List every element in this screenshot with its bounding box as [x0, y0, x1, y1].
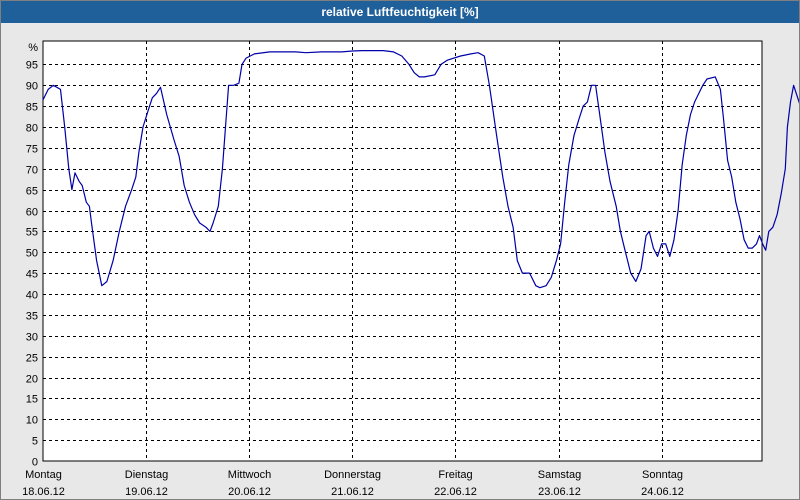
x-tick-day: Sonntag [642, 469, 683, 481]
y-tick-label: 30 [26, 332, 38, 344]
y-tick-label: 90 [26, 81, 38, 93]
chart-window: relative Luftfeuchtigkeit [%] 0 5 10 15 20 25… [0, 0, 800, 500]
y-tick-label: 20 [26, 374, 38, 386]
y-tick-label: 95 [26, 60, 38, 72]
y-axis-unit: % [28, 42, 38, 54]
x-tick-date: 24.06.12 [641, 486, 684, 498]
x-tick-day: Samstag [538, 469, 581, 481]
y-tick-label: 10 [26, 415, 38, 427]
y-tick-label: 80 [26, 123, 38, 135]
y-tick-label: 70 [26, 165, 38, 177]
y-tick-label: 15 [26, 394, 38, 406]
y-tick-label: 0 [32, 457, 38, 469]
humidity-chart: 0 5 10 15 20 25 30 35 40 45 50 55 60 65 70 75 80 85 90 95% M… [22, 40, 799, 498]
y-tick-label: 50 [26, 248, 38, 260]
x-tick-day: Montag [25, 469, 62, 481]
y-tick-label: 25 [26, 353, 38, 365]
x-tick-date: 19.06.12 [125, 486, 168, 498]
x-tick-day: Mittwoch [228, 469, 271, 481]
y-tick-label: 65 [26, 186, 38, 198]
y-tick-label: 85 [26, 102, 38, 114]
y-tick-label: 5 [32, 436, 38, 448]
x-tick-day: Dienstag [125, 469, 168, 481]
x-tick-day: Freitag [438, 469, 472, 481]
x-tick-day: Donnerstag [324, 469, 381, 481]
x-tick-date: 23.06.12 [538, 486, 581, 498]
y-tick-label: 35 [26, 311, 38, 323]
y-tick-label: 45 [26, 269, 38, 281]
x-tick-date: 22.06.12 [434, 486, 477, 498]
y-tick-label: 75 [26, 144, 38, 156]
y-tick-label: 60 [26, 207, 38, 219]
y-tick-label: 55 [26, 227, 38, 239]
y-tick-label: 40 [26, 290, 38, 302]
x-tick-date: 18.06.12 [22, 486, 65, 498]
x-tick-date: 20.06.12 [228, 486, 271, 498]
x-tick-date: 21.06.12 [331, 486, 374, 498]
